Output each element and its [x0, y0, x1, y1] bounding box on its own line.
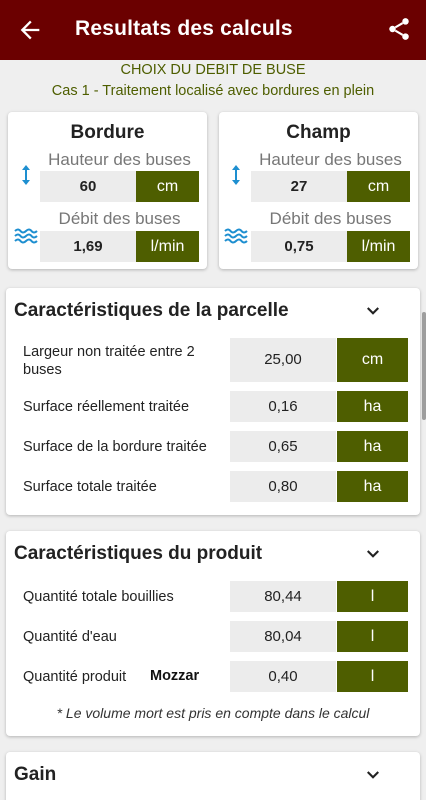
bordure-title: Bordure [70, 122, 145, 143]
champ-height-unit: cm [347, 171, 410, 202]
row-value: 80,04 [230, 621, 336, 652]
scrollbar[interactable] [422, 312, 426, 420]
share-icon[interactable] [386, 16, 412, 42]
vertical-arrows-icon [232, 165, 240, 185]
row-value: 0,65 [230, 431, 336, 462]
row-unit: l [337, 661, 408, 692]
vertical-arrows-icon [22, 165, 30, 185]
app-bar: Resultats des calculs [0, 0, 426, 60]
bordure-flow-value: 1,69 [40, 231, 136, 262]
champ-flow-label: Débit des buses [269, 209, 392, 228]
chevron-down-icon[interactable] [364, 545, 382, 563]
produit-section: Caractéristiques du produit Quantité tot… [6, 531, 420, 736]
header-line2: Cas 1 - Traitement localisé avec bordure… [51, 83, 375, 99]
champ-card: Champ Hauteur des buses 27 cm Débit des … [219, 112, 418, 269]
footnote: * Le volume mort est pris en compte dans… [56, 705, 370, 721]
champ-height-value: 27 [251, 171, 347, 202]
row-value: 25,00 [230, 338, 336, 382]
row-value: 0,40 [230, 661, 336, 692]
list-item: Quantité totale bouillies 80,44 l [23, 581, 408, 612]
product-name: Mozzar [150, 668, 200, 684]
header-line1: CHOIX DU DEBIT DE BUSE [120, 62, 306, 78]
gain-section: Gain [6, 752, 420, 800]
champ-flow-value: 0,75 [251, 231, 347, 262]
row-value: 0,80 [230, 471, 336, 502]
row-unit: l [337, 581, 408, 612]
list-item: Surface de la bordure traitée 0,65 ha [23, 431, 408, 462]
parcelle-section: Caractéristiques de la parcelle Largeur … [6, 288, 420, 515]
champ-title: Champ [286, 122, 351, 143]
row-label: Largeur non traitée entre 2 buses [23, 344, 195, 378]
chevron-down-icon[interactable] [364, 766, 382, 784]
row-unit: l [337, 621, 408, 652]
row-label: Quantité totale bouillies [23, 589, 174, 605]
row-unit: cm [337, 338, 408, 382]
row-label: Quantité d'eau [23, 629, 117, 645]
row-unit: ha [337, 391, 408, 422]
bordure-card: Bordure Hauteur des buses 60 cm Débit de… [8, 112, 207, 269]
gain-title[interactable]: Gain [14, 764, 56, 786]
row-value: 80,44 [230, 581, 336, 612]
champ-flow-unit: l/min [347, 231, 410, 262]
list-item: Quantité produit Mozzar 0,40 l [23, 661, 408, 692]
row-unit: ha [337, 431, 408, 462]
champ-height-label: Hauteur des buses [259, 150, 402, 169]
row-value: 0,16 [230, 391, 336, 422]
list-item: Surface totale traitée 0,80 ha [23, 471, 408, 502]
bordure-height-value: 60 [40, 171, 136, 202]
back-arrow-icon[interactable] [16, 16, 44, 44]
list-item: Quantité d'eau 80,04 l [23, 621, 408, 652]
bordure-height-label: Hauteur des buses [48, 150, 191, 169]
row-label: Surface réellement traitée [23, 399, 190, 415]
bordure-height-unit: cm [136, 171, 199, 202]
produit-title[interactable]: Caractéristiques du produit [14, 543, 262, 565]
waves-icon [14, 228, 38, 244]
chevron-down-icon[interactable] [364, 302, 382, 320]
row-label: Surface totale traitée [23, 479, 157, 495]
list-item: Surface réellement traitée 0,16 ha [23, 391, 408, 422]
row-unit: ha [337, 471, 408, 502]
bordure-flow-label: Débit des buses [58, 209, 181, 228]
waves-icon [224, 228, 248, 244]
row-label: Quantité produit [23, 669, 127, 685]
list-item: Largeur non traitée entre 2 buses 25,00 … [23, 338, 408, 382]
row-label: Surface de la bordure traitée [23, 439, 207, 455]
bordure-flow-unit: l/min [136, 231, 199, 262]
parcelle-title[interactable]: Caractéristiques de la parcelle [14, 300, 289, 322]
page-title: Resultats des calculs [75, 17, 293, 40]
